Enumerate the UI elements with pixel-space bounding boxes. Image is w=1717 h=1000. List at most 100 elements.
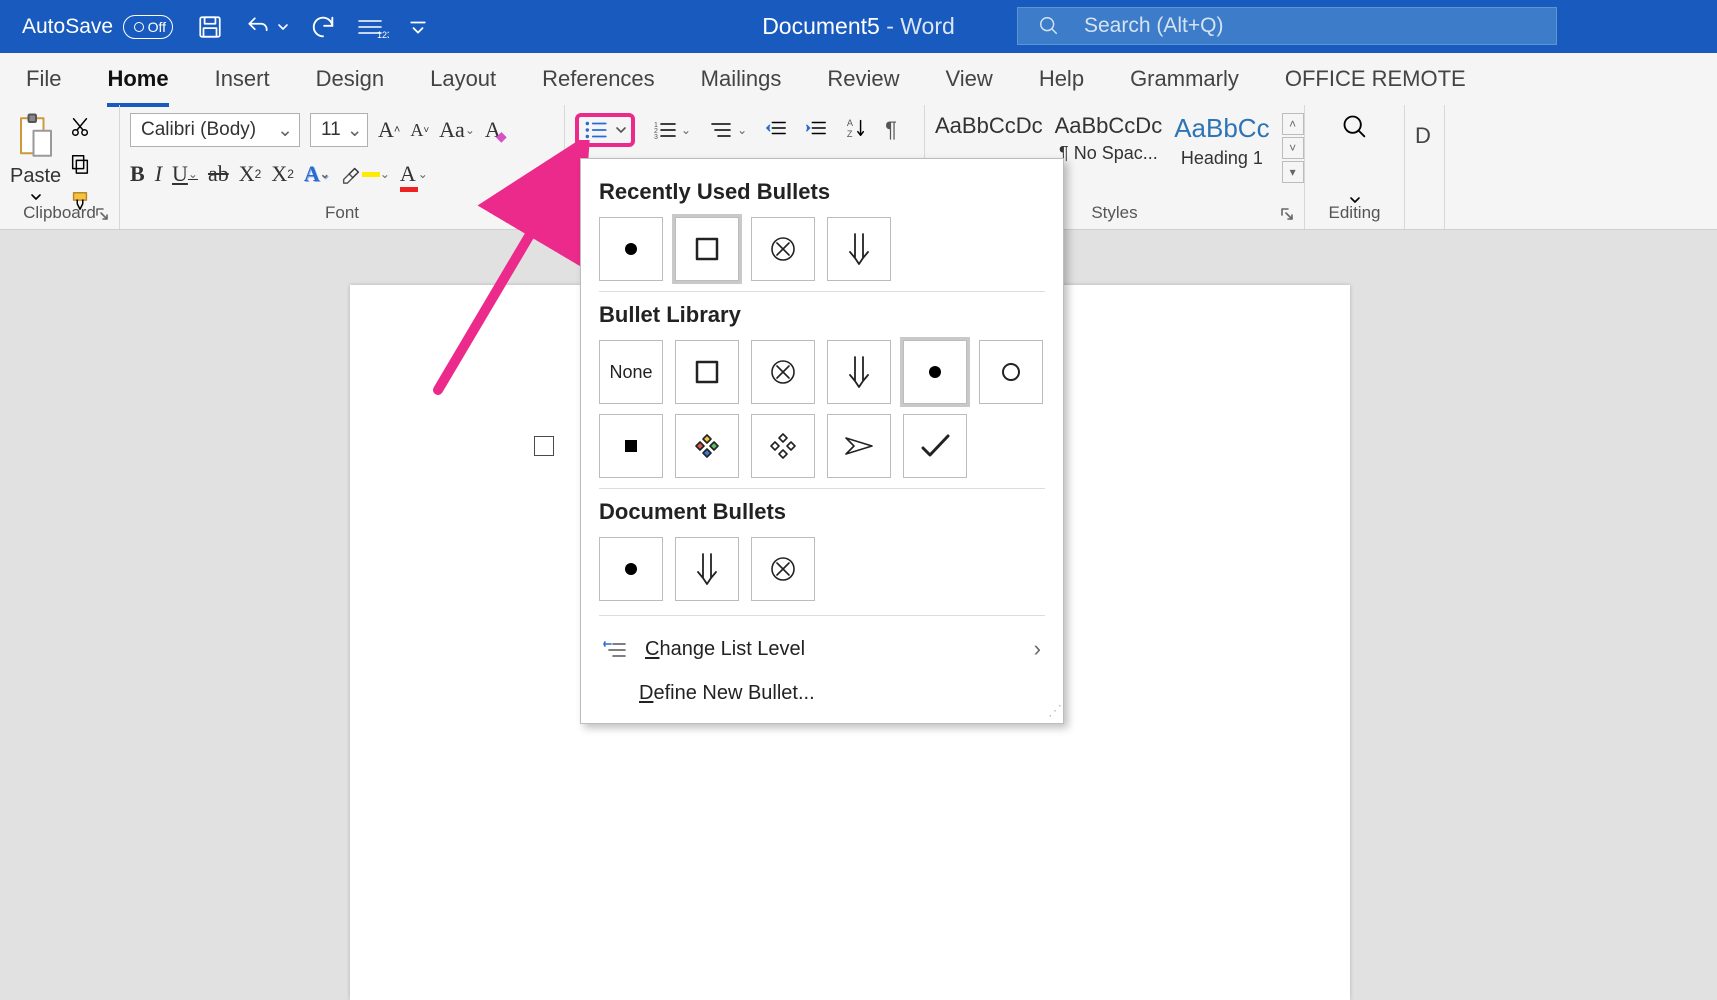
font-size-combo[interactable]: 11 ⌄: [310, 113, 368, 147]
bullet-open-circle[interactable]: [979, 340, 1043, 404]
bullet-disc[interactable]: [599, 537, 663, 601]
autosave-switch[interactable]: Off: [123, 15, 173, 39]
svg-text:Z: Z: [847, 129, 853, 139]
group-dictate-stub: D: [1405, 105, 1445, 229]
font-size-value: 11: [321, 119, 341, 141]
group-label: Font: [120, 203, 564, 223]
chevron-down-icon: [615, 124, 627, 136]
bullet-circled-x[interactable]: [751, 340, 815, 404]
bullet-circled-x[interactable]: [751, 217, 815, 281]
bullet-circled-x[interactable]: [751, 537, 815, 601]
bullet-arrowhead[interactable]: [827, 414, 891, 478]
tab-home[interactable]: Home: [107, 60, 168, 98]
equation-icon[interactable]: 123: [357, 15, 389, 39]
increase-indent-icon[interactable]: [805, 118, 827, 143]
search-icon: [1038, 15, 1060, 37]
checkbox-bullet-in-doc: [534, 436, 554, 456]
tab-design[interactable]: Design: [316, 60, 384, 98]
dialog-launcher-icon[interactable]: [540, 207, 556, 223]
undo-button[interactable]: [243, 14, 289, 40]
tab-review[interactable]: Review: [827, 60, 899, 98]
paste-icon: [16, 113, 56, 161]
bold-button[interactable]: B: [130, 161, 145, 187]
repeat-icon[interactable]: [309, 13, 337, 41]
bullet-open-square[interactable]: [675, 340, 739, 404]
bullet-four-color-diamond[interactable]: [675, 414, 739, 478]
chevron-down-icon: ⌄: [341, 119, 363, 142]
tab-grammarly[interactable]: Grammarly: [1130, 60, 1239, 98]
tab-references[interactable]: References: [542, 60, 655, 98]
font-color-icon[interactable]: A ⌄: [400, 161, 428, 187]
style-name: ¶ No Spac...: [1059, 143, 1158, 164]
cut-icon[interactable]: [69, 115, 91, 144]
superscript-button[interactable]: X2: [271, 161, 294, 187]
bullet-double-arrow-down[interactable]: [675, 537, 739, 601]
tab-view[interactable]: View: [946, 60, 993, 98]
change-list-level-label: hange List Level: [659, 638, 805, 660]
style-preview: AaBbCcDc: [1055, 113, 1163, 139]
bullet-open-square[interactable]: [675, 217, 739, 281]
dialog-launcher-icon[interactable]: [1280, 207, 1296, 223]
show-marks-icon[interactable]: ¶: [885, 117, 897, 143]
group-clipboard: Paste Clipboard: [0, 105, 120, 229]
autosave-state: Off: [148, 19, 166, 35]
bullet-disc[interactable]: [599, 217, 663, 281]
autosave-label: AutoSave: [22, 15, 113, 39]
bullet-double-arrow-down[interactable]: [827, 340, 891, 404]
search-box[interactable]: Search (Alt+Q): [1017, 7, 1557, 45]
change-list-level-menu[interactable]: Change List Level ›: [599, 626, 1045, 672]
sort-icon[interactable]: AZ: [845, 117, 867, 144]
text-effects-icon[interactable]: A ⌄: [304, 161, 330, 187]
define-new-bullet-label: efine New Bullet...: [653, 682, 814, 704]
scroll-down-icon[interactable]: ˅: [1282, 137, 1304, 159]
define-new-bullet-menu[interactable]: Define New Bullet...: [599, 672, 1045, 715]
styles-expand-icon[interactable]: ▾: [1282, 161, 1304, 183]
bullet-four-diamond[interactable]: [751, 414, 815, 478]
highlight-color-icon[interactable]: ⌄: [340, 163, 390, 185]
change-case-icon[interactable]: Aa⌄: [439, 117, 475, 143]
decrease-indent-icon[interactable]: [765, 118, 787, 143]
save-icon[interactable]: [197, 14, 223, 40]
subscript-button[interactable]: X2: [239, 161, 262, 187]
clear-formatting-icon[interactable]: A◆: [485, 117, 501, 143]
multilevel-list-button[interactable]: ⌄: [709, 120, 747, 140]
quick-access-toolbar: 123: [197, 13, 427, 41]
styles-scroll[interactable]: ˄ ˅ ▾: [1282, 113, 1304, 183]
tab-insert[interactable]: Insert: [215, 60, 270, 98]
customize-qat-icon[interactable]: [409, 18, 427, 36]
bullet-double-arrow-down[interactable]: [827, 217, 891, 281]
underline-button[interactable]: U ⌄: [172, 161, 198, 187]
style-name: Heading 1: [1181, 148, 1263, 169]
tab-help[interactable]: Help: [1039, 60, 1084, 98]
search-placeholder: Search (Alt+Q): [1084, 14, 1223, 38]
copy-icon[interactable]: [69, 152, 91, 181]
find-icon[interactable]: [1341, 113, 1369, 141]
resize-grip-icon[interactable]: ⋰: [1048, 702, 1059, 719]
style-heading1[interactable]: AaBbCc Heading 1: [1174, 113, 1269, 183]
bullet-checkmark[interactable]: [903, 414, 967, 478]
grow-font-icon[interactable]: A˄: [378, 117, 400, 143]
autosave-toggle[interactable]: AutoSave Off: [22, 15, 173, 39]
numbering-button[interactable]: 123⌄: [653, 120, 691, 140]
svg-text:123: 123: [377, 30, 389, 39]
shrink-font-icon[interactable]: A˅: [410, 120, 429, 141]
tab-mailings[interactable]: Mailings: [701, 60, 782, 98]
dialog-launcher-icon[interactable]: [95, 207, 111, 223]
bullet-disc[interactable]: [903, 340, 967, 404]
bullets-dropdown-button[interactable]: [575, 113, 635, 147]
tab-office-remote[interactable]: OFFICE REMOTE: [1285, 60, 1466, 98]
tab-layout[interactable]: Layout: [430, 60, 496, 98]
bullets-dropdown-panel: Recently Used Bullets Bullet Library Non…: [580, 158, 1064, 724]
tab-file[interactable]: File: [26, 60, 61, 98]
chevron-down-icon: [30, 192, 42, 202]
strikethrough-button[interactable]: ab: [208, 161, 229, 187]
chevron-down-icon: ⌄: [271, 119, 293, 142]
bullet-none[interactable]: None: [599, 340, 663, 404]
svg-text:3: 3: [654, 134, 658, 140]
scroll-up-icon[interactable]: ˄: [1282, 113, 1304, 135]
font-name-combo[interactable]: Calibri (Body) ⌄: [130, 113, 300, 147]
style-no-spacing[interactable]: AaBbCcDc ¶ No Spac...: [1055, 113, 1163, 183]
italic-button[interactable]: I: [155, 161, 162, 187]
bullet-filled-square[interactable]: [599, 414, 663, 478]
svg-text:A: A: [847, 118, 854, 128]
